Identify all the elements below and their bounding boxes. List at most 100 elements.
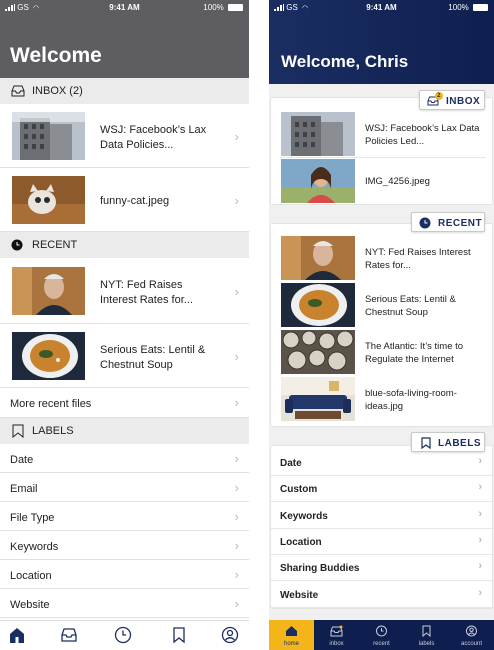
account-icon <box>466 625 477 637</box>
label-row-text: File Type <box>10 512 55 524</box>
left-tab-bar <box>0 620 249 650</box>
clock-icon <box>11 239 23 251</box>
battery-icon <box>228 4 243 11</box>
chevron-right-icon: › <box>234 349 239 364</box>
building-thumbnail <box>12 112 85 160</box>
battery-indicator: 100% <box>203 3 243 12</box>
label-row-text: Sharing Buddies <box>280 563 360 575</box>
labels-section-label: LABELS <box>32 425 74 437</box>
list-item[interactable]: IMG_4256.jpeg <box>281 159 486 203</box>
label-row[interactable]: Keywords › <box>0 531 249 560</box>
chevron-right-icon: › <box>234 129 239 144</box>
list-item-title: WSJ: Facebook’s Lax Data Policies Led... <box>365 123 480 147</box>
account-icon[interactable] <box>221 626 239 644</box>
inbox-card: WSJ: Facebook’s Lax Data Policies Led...… <box>271 98 492 204</box>
list-item-title: blue-sofa-living-room-ideas.jpg <box>365 388 457 412</box>
inbox-icon <box>11 85 25 97</box>
recent-section-label: RECENT <box>438 218 483 229</box>
label-row-text: Date <box>280 458 302 469</box>
label-row[interactable]: Location › <box>0 560 249 589</box>
label-row[interactable]: Date › <box>271 450 492 476</box>
bookmark-icon <box>421 437 431 449</box>
tab-label: inbox <box>329 641 344 647</box>
building-thumbnail <box>281 112 355 156</box>
inbox-icon <box>330 625 343 637</box>
chevron-right-icon: › <box>234 538 239 553</box>
label-row[interactable]: Location › <box>271 529 492 555</box>
list-item[interactable]: funny-cat.jpeg › <box>0 168 249 232</box>
label-row[interactable]: Date › <box>0 444 249 473</box>
tab-home[interactable]: home <box>269 620 314 650</box>
battery-label: 100% <box>203 3 224 12</box>
list-item[interactable]: NYT: Fed Raises Interest Rates for... <box>281 236 486 282</box>
home-icon <box>286 626 297 636</box>
list-item[interactable]: blue-sofa-living-room-ideas.jpg <box>281 377 486 423</box>
chevron-right-icon: › <box>478 455 482 467</box>
chevron-right-icon: › <box>234 480 239 495</box>
selfie-thumbnail <box>281 159 355 203</box>
label-row[interactable]: Email › <box>0 473 249 502</box>
right-tab-bar: home inbox recent labels account <box>269 620 494 650</box>
list-item-title: NYT: Fed Raises Interest Rates for... <box>365 247 471 271</box>
chevron-right-icon: › <box>234 193 239 208</box>
bookmark-icon[interactable] <box>170 626 188 644</box>
list-item-title: Serious Eats: Lentil & Chestnut Soup <box>100 344 206 371</box>
recent-section-header[interactable]: RECENT <box>0 232 249 258</box>
labels-section-button[interactable]: LABELS <box>411 432 485 452</box>
tab-account[interactable]: account <box>449 620 494 650</box>
chevron-right-icon: › <box>478 560 482 573</box>
label-row[interactable]: Website › <box>271 582 492 608</box>
chevron-right-icon: › <box>234 509 239 524</box>
page-title: Welcome, Chris <box>281 52 409 71</box>
chevron-right-icon: › <box>478 507 482 520</box>
status-bar: GS ◠ 9:41 AM 100% <box>269 0 494 16</box>
label-row[interactable]: Custom › <box>271 476 492 503</box>
home-icon[interactable] <box>8 626 26 644</box>
recent-section-button[interactable]: RECENT <box>411 212 485 232</box>
tab-inbox[interactable]: inbox <box>314 620 359 650</box>
label-row-text: Location <box>280 536 322 548</box>
battery-icon <box>473 4 488 11</box>
tab-label: account <box>460 641 482 647</box>
list-item[interactable]: WSJ: Facebook’s Lax Data Policies Led... <box>281 112 486 158</box>
battery-indicator: 100% <box>448 3 488 12</box>
inbox-section-header[interactable]: INBOX (2) <box>0 78 249 104</box>
label-row-text: Date <box>10 454 34 466</box>
labels-section-label: LABELS <box>438 438 481 449</box>
right-header: GS ◠ 9:41 AM 100% Welcome, Chris <box>269 0 494 84</box>
chevron-right-icon: › <box>234 567 239 582</box>
label-row[interactable]: File Type › <box>0 502 249 531</box>
label-row[interactable]: Website › <box>0 589 249 618</box>
page-title: Welcome <box>10 44 102 67</box>
chevron-right-icon: › <box>234 284 239 299</box>
list-item[interactable]: The Atlantic: It’s time to Regulate the … <box>281 330 486 376</box>
labels-card: Date › Custom › Keywords › Location › Sharing Bu… <box>271 446 492 608</box>
recent-section-label: RECENT <box>32 239 78 251</box>
inbox-icon[interactable] <box>60 626 78 644</box>
clock-icon[interactable] <box>114 626 132 644</box>
list-item-title: The Atlantic: It’s time to Regulate the … <box>365 341 464 365</box>
labels-section-header[interactable]: LABELS <box>0 418 249 444</box>
inbox-section-button[interactable]: 2 INBOX <box>419 90 485 110</box>
more-recent-files-link[interactable]: More recent files › <box>0 388 249 418</box>
list-item-title: IMG_4256.jpeg <box>365 176 430 187</box>
list-item[interactable]: Serious Eats: Lentil & Chestnut Soup › <box>0 324 249 388</box>
list-item-title: Serious Eats: Lentil & Chestnut Soup <box>365 294 456 318</box>
battery-label: 100% <box>448 3 469 12</box>
portrait-thumbnail <box>281 236 355 280</box>
tab-recent[interactable]: recent <box>359 620 404 650</box>
tab-label: home <box>283 641 299 647</box>
list-item[interactable]: Serious Eats: Lentil & Chestnut Soup <box>281 283 486 329</box>
label-row[interactable]: Sharing Buddies › <box>271 555 492 582</box>
portrait-thumbnail <box>12 267 85 315</box>
inbox-count-badge: 2 <box>435 92 443 100</box>
chevron-right-icon: › <box>478 481 482 494</box>
clock-icon <box>419 217 431 229</box>
list-item-title: WSJ: Facebook’s Lax Data Policies... <box>100 124 207 151</box>
list-item[interactable]: NYT: Fed Raises Interest Rates for... › <box>0 258 249 324</box>
label-row[interactable]: Keywords › <box>271 503 492 529</box>
tab-labels[interactable]: labels <box>404 620 449 650</box>
bookmark-icon <box>422 625 431 637</box>
list-item[interactable]: WSJ: Facebook’s Lax Data Policies... › <box>0 104 249 168</box>
cat-thumbnail <box>12 176 85 224</box>
